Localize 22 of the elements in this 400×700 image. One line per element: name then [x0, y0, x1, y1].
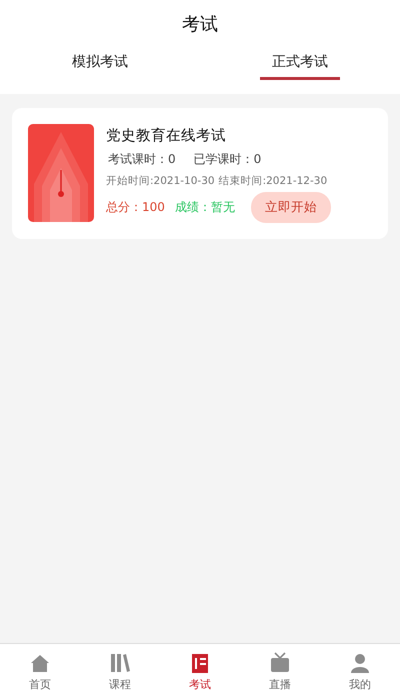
page-title: 考试 — [181, 13, 219, 37]
nav-tab[interactable]: 课程 — [109, 677, 131, 692]
person-icon — [349, 652, 371, 674]
end-time: 结束时间:2021-12-30 — [218, 174, 328, 188]
total-score: 总分：100 — [106, 199, 165, 216]
tab[interactable]: 模拟考试 — [60, 38, 140, 80]
studied-hours: 已学课时：0 — [194, 151, 262, 168]
tab[interactable]: 正式考试 — [260, 38, 340, 80]
tv-icon — [269, 652, 291, 674]
exam-title: 党史教育在线考试 — [106, 126, 227, 145]
nav-tab[interactable]: 考试 — [189, 677, 211, 692]
pen-nib-icon — [28, 124, 94, 222]
start-time: 开始时间:2021-10-30 — [106, 174, 215, 188]
nav-tab[interactable]: 首页 — [29, 677, 51, 692]
nav-tab[interactable]: 直播 — [269, 677, 291, 692]
nav-tab[interactable]: 我的 — [349, 677, 371, 692]
document-icon — [189, 652, 211, 674]
books-icon — [109, 652, 131, 674]
exam-score: 成绩：暂无 — [174, 199, 235, 216]
start-button[interactable]: 立即开始 — [250, 192, 331, 223]
home-icon — [29, 652, 51, 674]
exam-hours: 考试课时：0 — [108, 151, 176, 168]
